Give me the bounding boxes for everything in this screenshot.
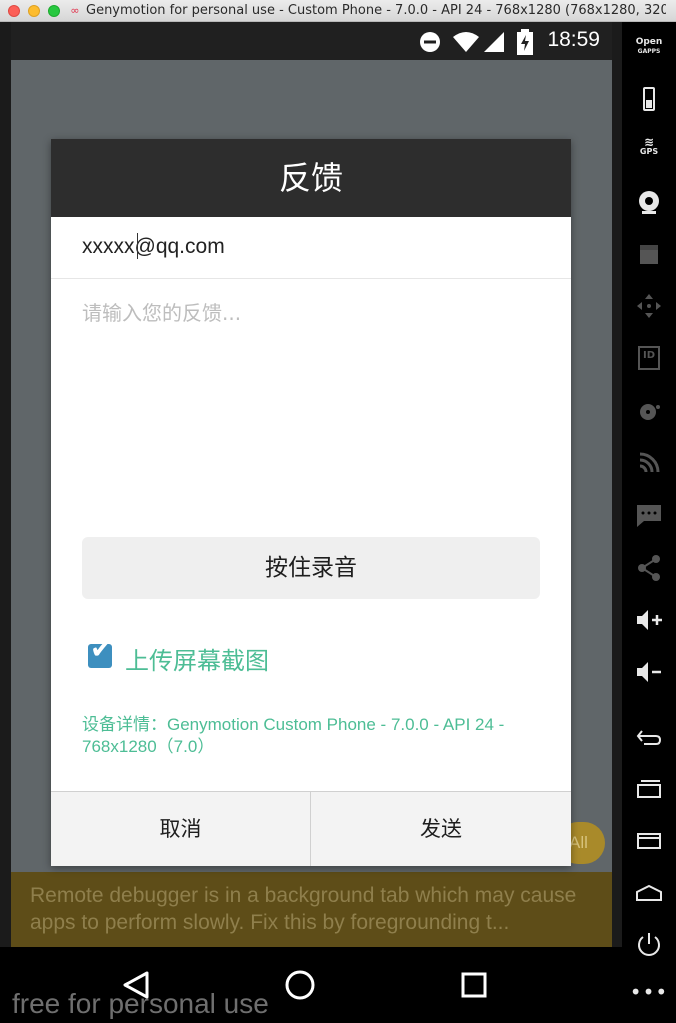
genymotion-toolbar: Open GAPPS ≋ GPS ID ••• <box>622 22 676 1023</box>
battery-charging-icon <box>517 29 533 55</box>
capture-icon[interactable] <box>622 242 676 266</box>
do-not-disturb-icon <box>420 32 440 52</box>
close-window-button[interactable] <box>8 5 20 17</box>
status-bar: 18:59 <box>11 22 612 60</box>
gapps-label-top: Open <box>635 37 663 47</box>
genymotion-logo-icon: ∞ <box>70 4 80 17</box>
volume-up-icon[interactable] <box>622 608 676 632</box>
dialog-footer: 取消 发送 <box>51 791 571 866</box>
gps-icon[interactable]: ≋ GPS <box>622 135 676 156</box>
device-id-label: ID <box>642 350 656 361</box>
email-value: xxxxx@qq.com <box>82 235 225 258</box>
more-options-icon[interactable]: ••• <box>622 982 676 1002</box>
clock: 18:59 <box>547 28 600 51</box>
android-screen: 18:59 All Remote debugger is in a backgr… <box>11 22 612 947</box>
upload-screenshot-label[interactable]: 上传屏幕截图 <box>125 641 269 676</box>
volume-down-icon[interactable] <box>622 660 676 684</box>
sms-icon[interactable] <box>622 502 676 528</box>
window-title: Genymotion for personal use - Custom Pho… <box>86 3 666 18</box>
nav-recents-icon[interactable] <box>445 947 505 1023</box>
dialog-title: 反馈 <box>51 139 571 217</box>
cell-signal-icon <box>484 32 504 52</box>
email-field[interactable]: xxxxx@qq.com <box>51 217 571 279</box>
window-titlebar: ∞ Genymotion for personal use - Custom P… <box>0 0 676 22</box>
cancel-button[interactable]: 取消 <box>51 792 311 866</box>
power-icon[interactable] <box>622 930 676 958</box>
back-icon[interactable] <box>622 727 676 747</box>
wifi-icon <box>453 32 479 52</box>
gps-wave-icon: ≋ <box>643 135 655 149</box>
hold-to-record-button[interactable]: 按住录音 <box>82 537 540 599</box>
feedback-textarea[interactable]: 请输入您的反馈... <box>82 297 241 326</box>
feedback-dialog: 反馈 xxxxx@qq.com 请输入您的反馈... 按住录音 ✔ 上传屏幕截图… <box>51 139 571 866</box>
gps-label: GPS <box>639 147 659 156</box>
webcam-icon[interactable] <box>622 188 676 216</box>
dpad-icon[interactable] <box>622 292 676 320</box>
checkmark-icon: ✔ <box>90 634 113 665</box>
cast-icon[interactable] <box>622 450 676 476</box>
device-info: 设备详情：Genymotion Custom Phone - 7.0.0 - A… <box>82 715 505 756</box>
upload-screenshot-checkbox[interactable]: ✔ <box>88 634 113 668</box>
text-cursor <box>137 233 138 259</box>
zoom-window-button[interactable] <box>48 5 60 17</box>
recent-apps-icon[interactable] <box>622 778 676 800</box>
home-icon[interactable] <box>622 882 676 904</box>
disk-icon[interactable] <box>622 400 676 424</box>
personal-use-watermark: free for personal use <box>12 988 269 1019</box>
battery-icon[interactable] <box>622 86 676 112</box>
gapps-label-bottom: GAPPS <box>637 48 661 55</box>
remote-debugger-banner[interactable]: Remote debugger is in a background tab w… <box>11 872 612 947</box>
open-gapps-icon[interactable]: Open GAPPS <box>622 38 676 56</box>
send-button[interactable]: 发送 <box>311 792 571 866</box>
minimize-window-button[interactable] <box>28 5 40 17</box>
share-icon[interactable] <box>622 554 676 582</box>
menu-icon[interactable] <box>622 830 676 852</box>
nav-home-icon[interactable] <box>270 947 330 1023</box>
